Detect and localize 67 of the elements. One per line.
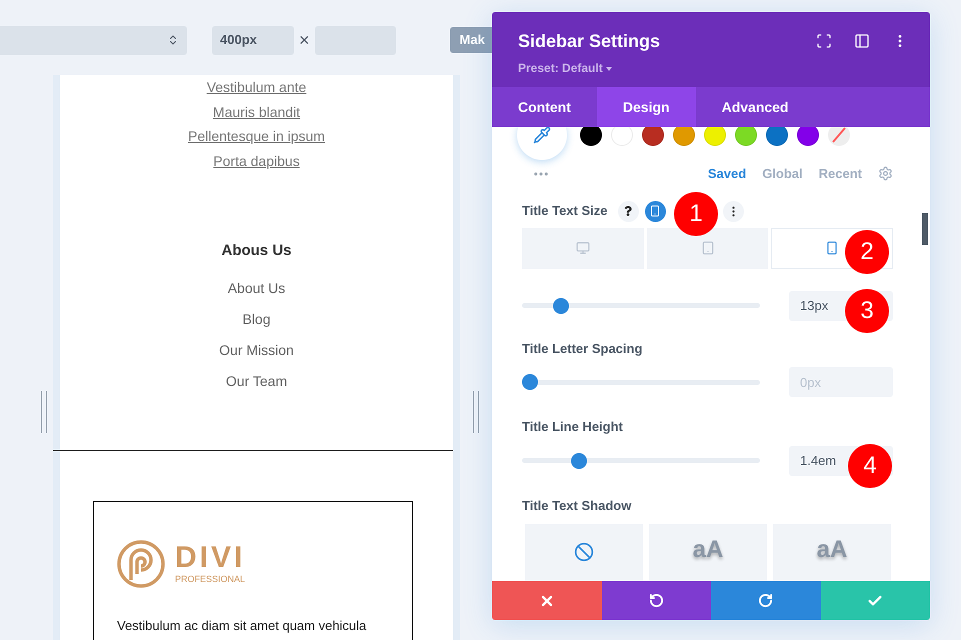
width-field[interactable]: 400px: [212, 26, 294, 54]
color-swatch[interactable]: [611, 127, 633, 146]
slider[interactable]: [522, 374, 760, 390]
scrollbar-thumb[interactable]: [922, 213, 928, 245]
drag-handle[interactable]: [473, 391, 479, 433]
slider[interactable]: [522, 452, 760, 468]
menu-heading: Abous Us: [221, 241, 292, 261]
select-field[interactable]: [0, 26, 187, 54]
color-swatch[interactable]: [704, 127, 726, 146]
link[interactable]: Mauris blandit: [212, 100, 300, 124]
slider-thumb[interactable]: [570, 452, 587, 468]
fullscreen-icon[interactable]: [816, 33, 832, 49]
link[interactable]: Pellentesque in ipsum: [188, 124, 325, 148]
setting-label: Title Line Height: [522, 418, 624, 436]
tablet-icon: [700, 241, 714, 255]
phone-icon: [649, 205, 661, 217]
slider-thumb[interactable]: [553, 298, 570, 314]
setting-label: Title Text Shadow: [522, 496, 632, 514]
responsive-button[interactable]: [644, 200, 666, 222]
modal-title: Sidebar Settings: [518, 30, 660, 53]
times-sign: ×: [299, 28, 310, 52]
no-color-swatch[interactable]: [828, 127, 850, 146]
color-swatch[interactable]: [766, 127, 788, 146]
value-field[interactable]: 0px: [789, 367, 893, 397]
eyedropper-icon: [533, 127, 551, 144]
menu-link[interactable]: Our Mission: [219, 334, 294, 366]
shadow-option[interactable]: aA: [773, 524, 891, 581]
slider-thumb[interactable]: [522, 374, 538, 390]
logo-name: DIVI: [175, 543, 246, 573]
palette-tab[interactable]: Global: [762, 164, 803, 184]
drag-handle[interactable]: [41, 391, 47, 433]
tab[interactable]: Content: [492, 87, 597, 127]
setting-label: Title Letter Spacing: [522, 340, 644, 358]
color-swatch[interactable]: [673, 127, 695, 146]
select-arrows-icon: [167, 34, 179, 46]
tab[interactable]: Design: [596, 87, 696, 127]
tab[interactable]: Advanced: [696, 87, 814, 127]
undo-icon: [648, 593, 664, 608]
options-button[interactable]: [722, 200, 744, 222]
logo-icon: [117, 540, 165, 588]
palette-tab[interactable]: Saved: [708, 164, 746, 184]
question-mark-icon: [623, 206, 633, 216]
menu-link[interactable]: Our Team: [226, 366, 288, 396]
palette-tab[interactable]: Recent: [818, 164, 862, 184]
color-swatch[interactable]: [642, 127, 664, 146]
menu-link[interactable]: About Us: [228, 272, 286, 304]
color-swatch[interactable]: [580, 127, 602, 146]
settings-icon[interactable]: [878, 166, 893, 182]
no-shadow-icon: [574, 542, 594, 562]
color-swatch[interactable]: [735, 127, 757, 146]
link[interactable]: Porta dapibus: [213, 148, 300, 173]
link[interactable]: Vestibulum ante: [206, 75, 306, 100]
redo-icon: [758, 593, 774, 608]
phone-icon: [825, 241, 840, 255]
logo-tagline: PROFESSIONAL: [175, 575, 246, 584]
card-text: Vestibulum ac diam sit amet quam vehicula: [117, 616, 368, 635]
desktop-icon: [576, 241, 590, 255]
device-tab[interactable]: [646, 228, 768, 268]
slider[interactable]: [522, 298, 760, 314]
caret-icon: [606, 66, 612, 71]
menu-link[interactable]: Blog: [242, 304, 271, 334]
setting-label: Title Text Size: [522, 202, 608, 220]
color-swatch[interactable]: [797, 127, 819, 146]
shadow-option[interactable]: aA: [649, 524, 767, 581]
panel-icon[interactable]: [854, 33, 870, 49]
preset-dropdown[interactable]: Preset: Default: [518, 59, 660, 77]
help-button[interactable]: [618, 200, 638, 222]
